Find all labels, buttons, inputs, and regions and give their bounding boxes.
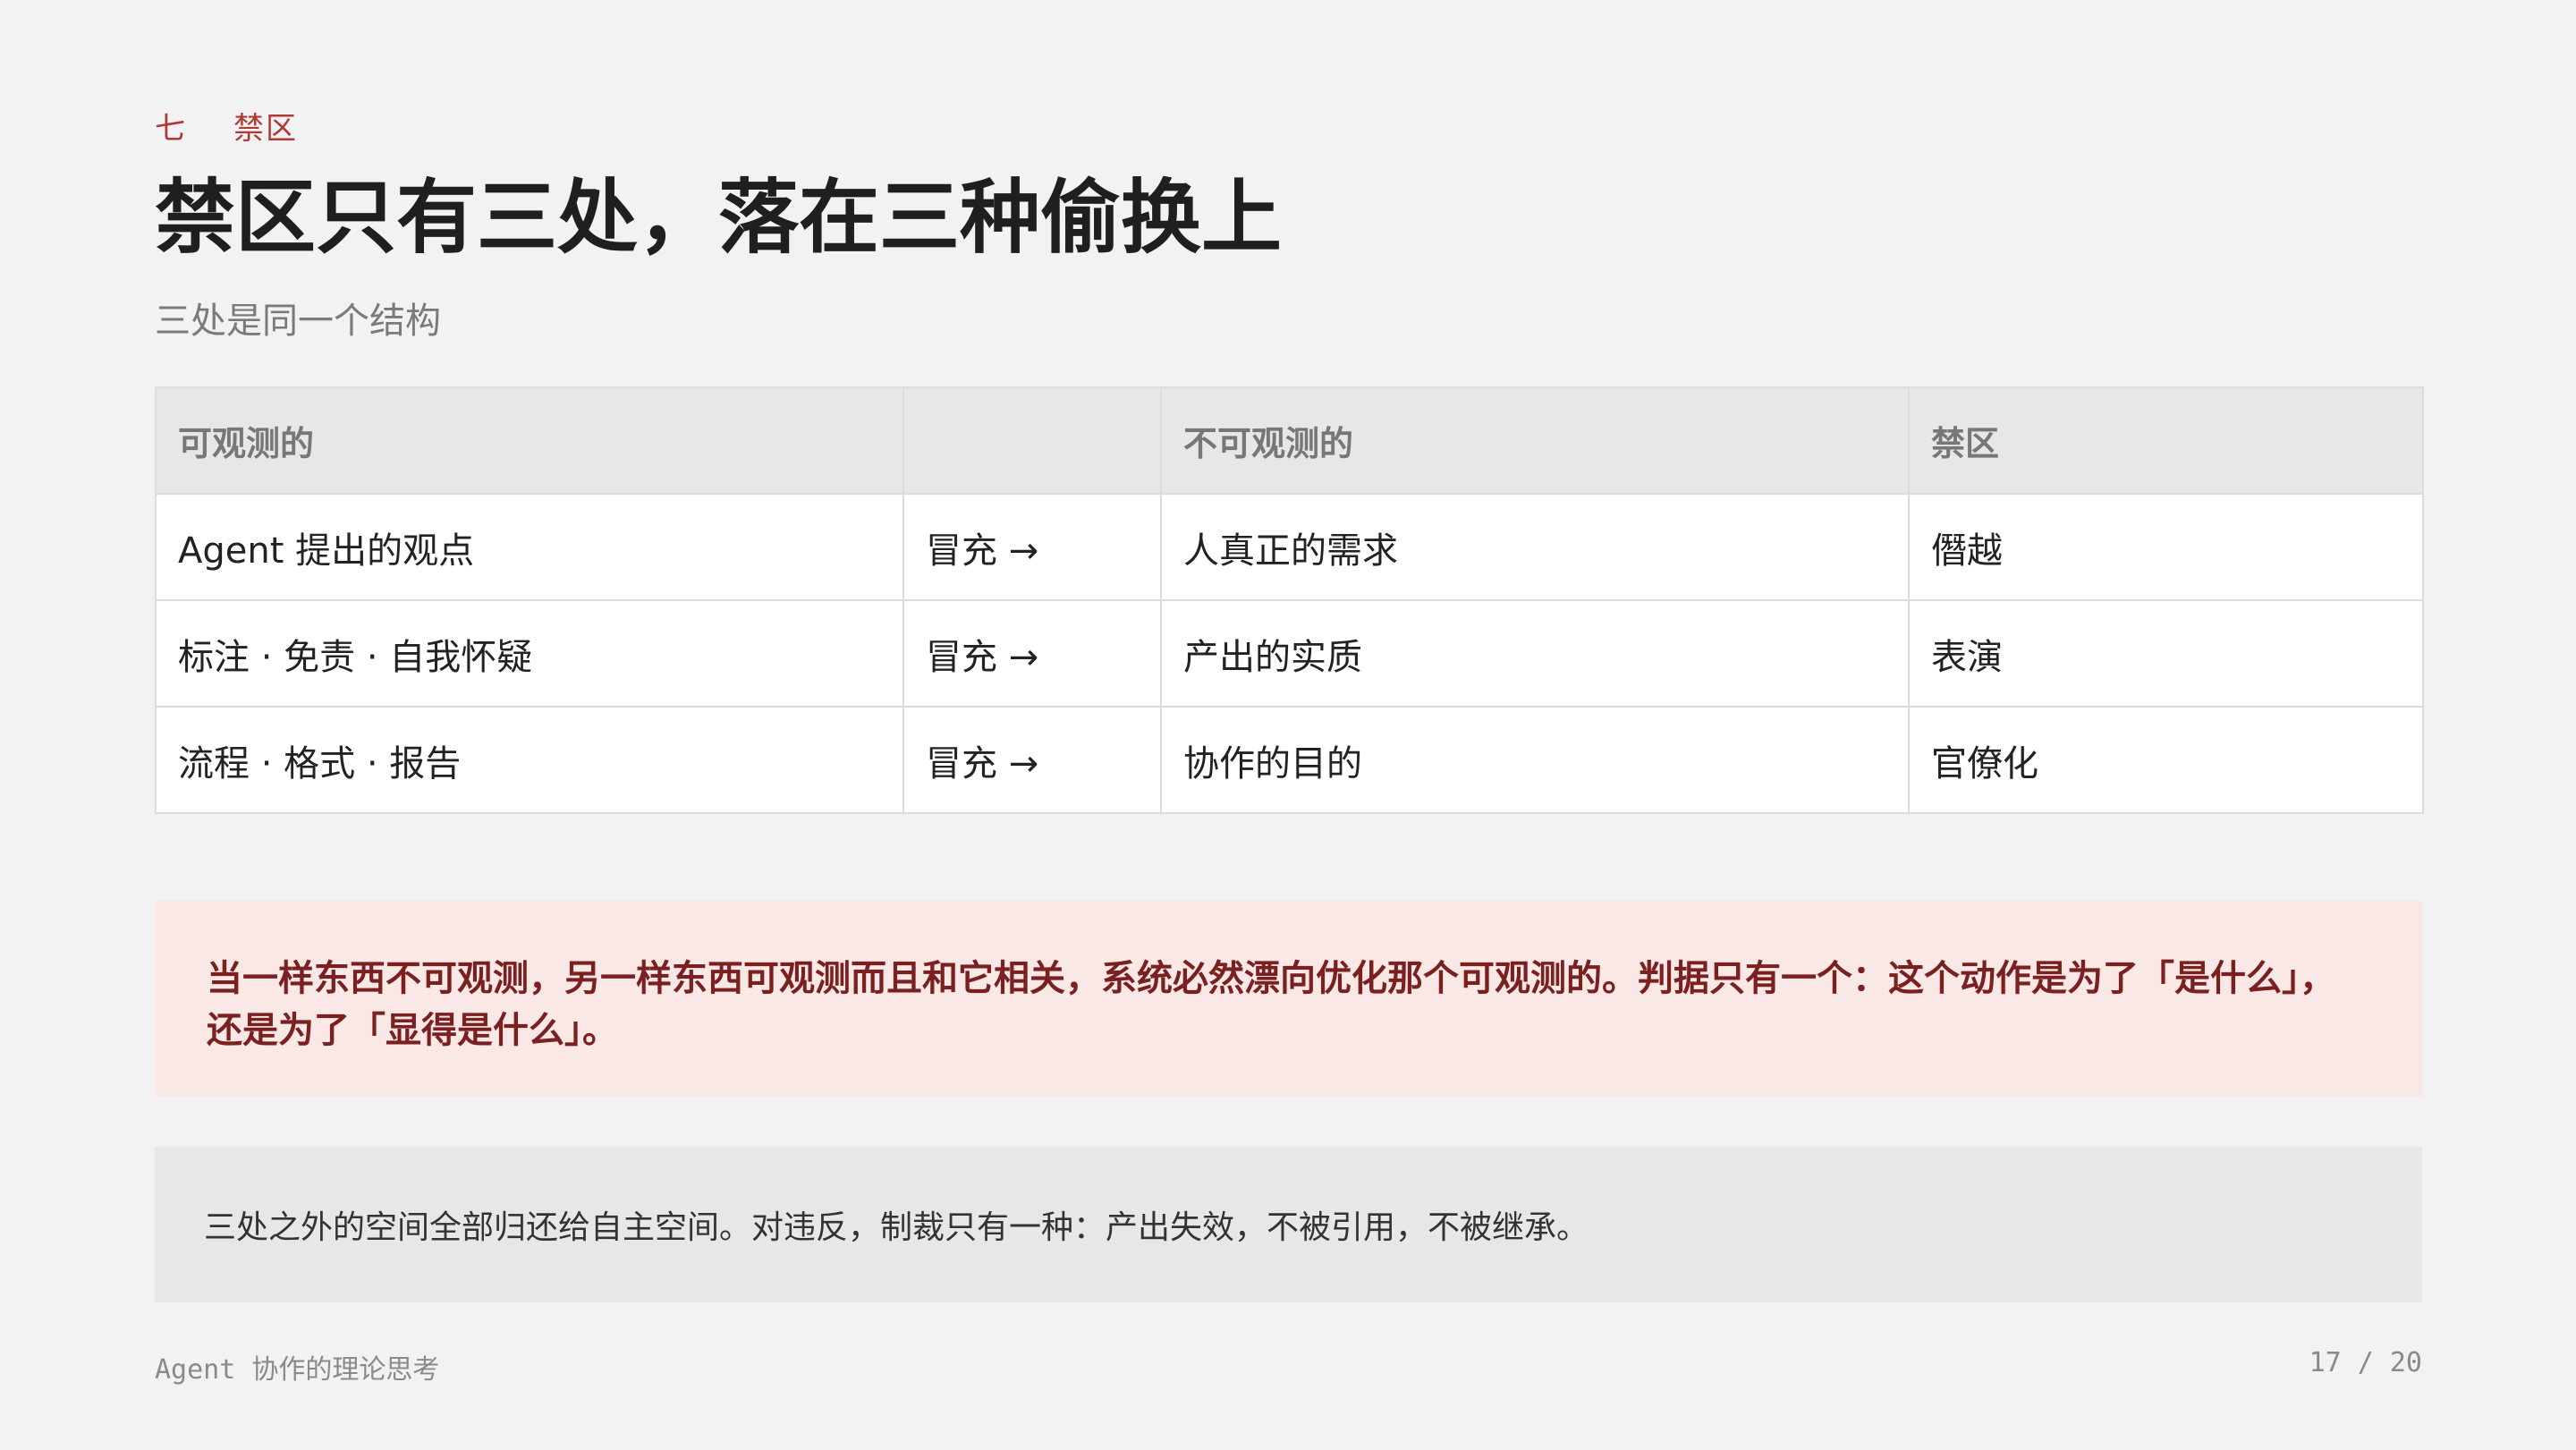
cell-forbidden-zone: 官僚化 bbox=[1908, 706, 2424, 814]
header-forbidden-zone: 禁区 bbox=[1908, 386, 2424, 495]
table-row: 标注 · 免责 · 自我怀疑 冒充 → 产出的实质 表演 bbox=[155, 599, 2424, 708]
footer-page-number: 17 / 20 bbox=[2309, 1347, 2422, 1378]
cell-relation: 冒充 → bbox=[902, 599, 1162, 708]
section-name: 禁区 bbox=[233, 111, 298, 147]
cell-forbidden-zone: 表演 bbox=[1908, 599, 2424, 708]
cell-relation: 冒充 → bbox=[902, 493, 1162, 601]
header-unobservable: 不可观测的 bbox=[1160, 386, 1910, 495]
note-text: 三处之外的空间全部归还给自主空间。对违反，制裁只有一种：产出失效，不被引用，不被… bbox=[204, 1209, 1589, 1246]
callout-text: 当一样东西不可观测，另一样东西可观测而且和它相关，系统必然漂向优化那个可观测的。… bbox=[207, 958, 2335, 1051]
section-label: 七 禁区 bbox=[155, 104, 298, 148]
cell-unobservable: 人真正的需求 bbox=[1160, 493, 1910, 601]
page-subtitle: 三处是同一个结构 bbox=[155, 301, 441, 342]
table-row: 流程 · 格式 · 报告 冒充 → 协作的目的 官僚化 bbox=[155, 706, 2424, 814]
section-number: 七 bbox=[155, 111, 187, 147]
cell-forbidden-zone: 僭越 bbox=[1908, 493, 2424, 601]
cell-unobservable: 产出的实质 bbox=[1160, 599, 1910, 708]
header-relation bbox=[902, 386, 1162, 495]
cell-relation: 冒充 → bbox=[902, 706, 1162, 814]
cell-observable: 标注 · 免责 · 自我怀疑 bbox=[155, 599, 904, 708]
cell-unobservable: 协作的目的 bbox=[1160, 706, 1910, 814]
table-header-row: 可观测的 不可观测的 禁区 bbox=[155, 386, 2424, 495]
table-row: Agent 提出的观点 冒充 → 人真正的需求 僭越 bbox=[155, 493, 2424, 601]
substitution-table: 可观测的 不可观测的 禁区 Agent 提出的观点 冒充 → 人真正的需求 僭越… bbox=[155, 386, 2424, 814]
note-box: 三处之外的空间全部归还给自主空间。对违反，制裁只有一种：产出失效，不被引用，不被… bbox=[155, 1147, 2422, 1302]
slide: 七禁区 禁区只有三处，落在三种偷换上 三处是同一个结构 可观测的 不可观测的 禁… bbox=[155, 0, 2424, 1450]
header-observable: 可观测的 bbox=[155, 386, 904, 495]
cell-observable: Agent 提出的观点 bbox=[155, 493, 904, 601]
footer-deck-title: Agent 协作的理论思考 bbox=[155, 1354, 440, 1386]
cell-observable: 流程 · 格式 · 报告 bbox=[155, 706, 904, 814]
callout-box: 当一样东西不可观测，另一样东西可观测而且和它相关，系统必然漂向优化那个可观测的。… bbox=[155, 901, 2422, 1097]
page-title: 禁区只有三处，落在三种偷换上 bbox=[155, 171, 1282, 265]
